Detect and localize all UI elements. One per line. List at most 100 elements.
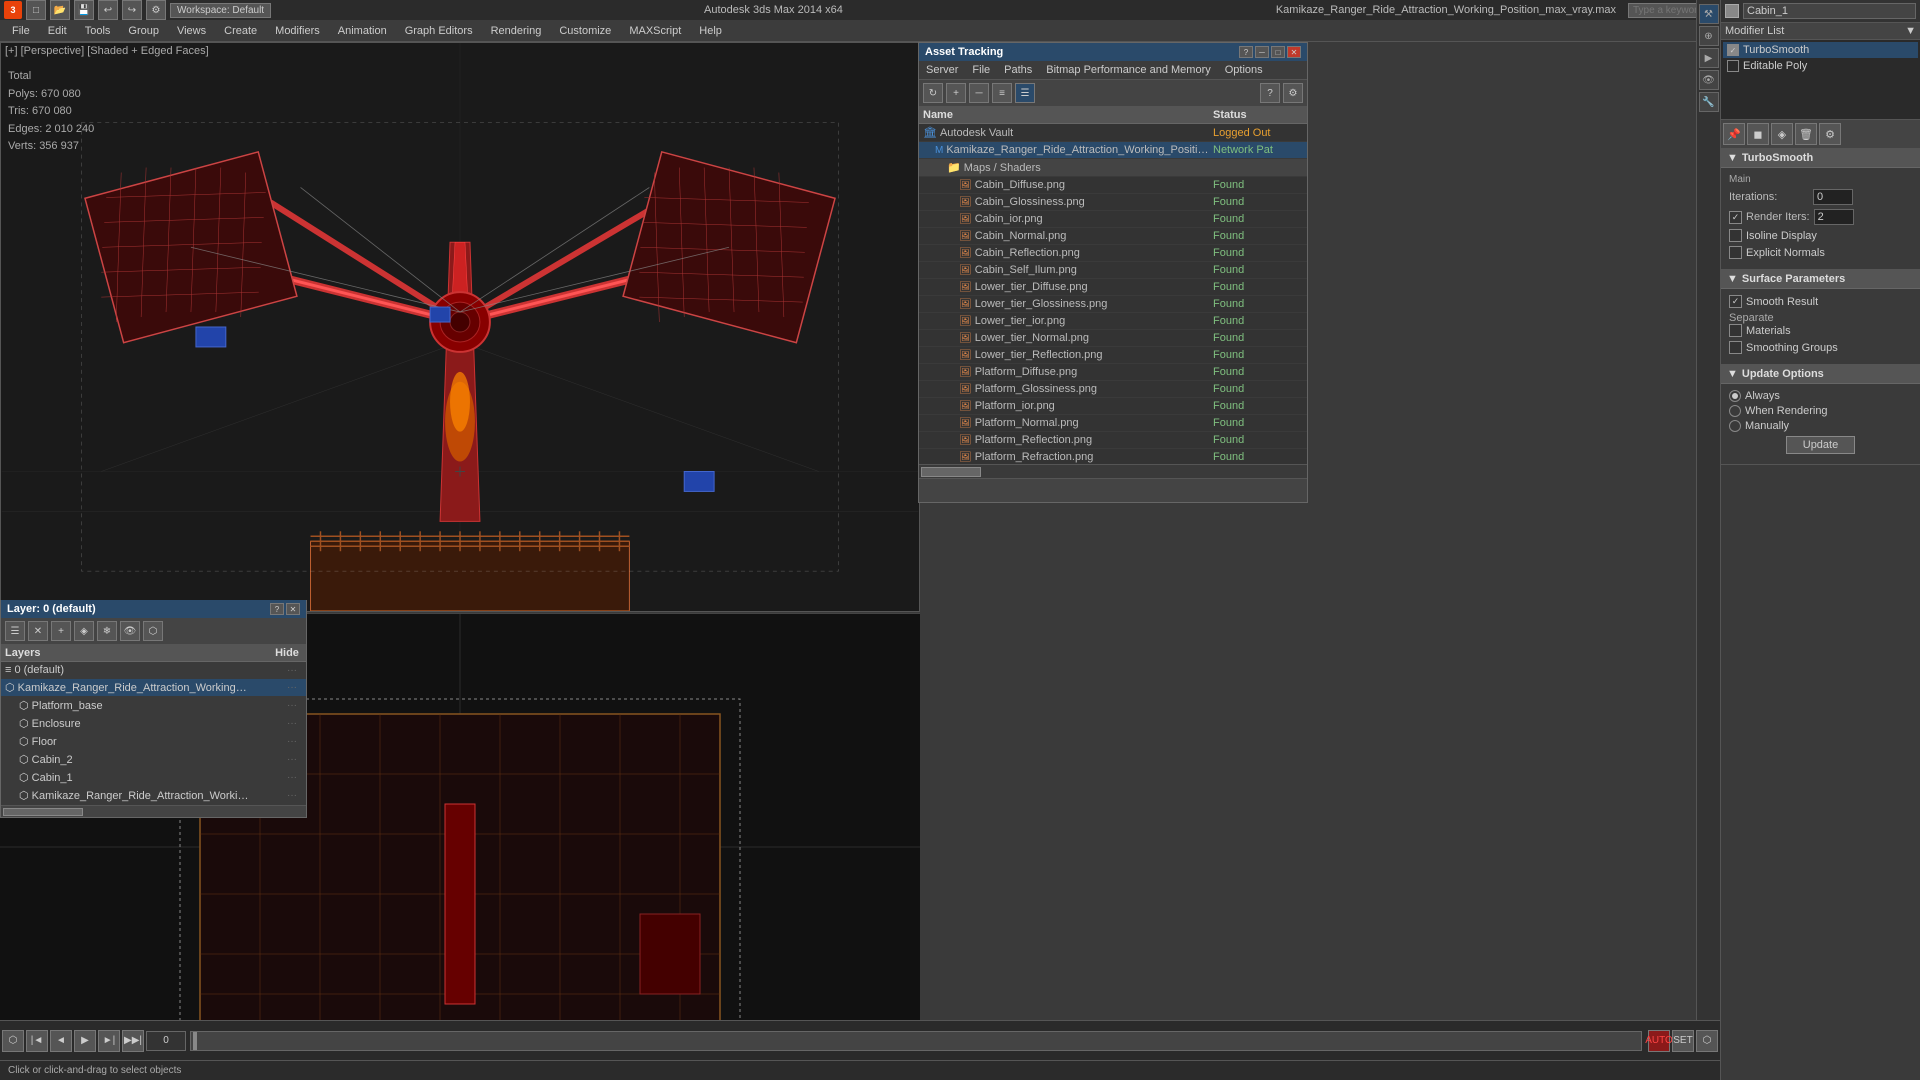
object-color-swatch[interactable] <box>1725 4 1739 18</box>
workspace-dropdown[interactable]: Workspace: Default <box>170 3 271 18</box>
asset-tracking-hscroll[interactable] <box>919 464 1307 478</box>
show-result-btn[interactable]: ◼ <box>1747 123 1769 145</box>
time-slider[interactable] <box>190 1031 1642 1051</box>
at-table-row[interactable]: 📁Maps / Shaders <box>919 159 1307 177</box>
modifier-turbosmooth-checkbox[interactable]: ✓ <box>1727 44 1739 56</box>
at-table-row[interactable]: 🖼Cabin_Reflection.pngFound <box>919 245 1307 262</box>
at-menu-server[interactable]: Server <box>923 63 961 77</box>
anim-key-filters-btn[interactable]: ⬡ <box>1696 1030 1718 1052</box>
at-add-btn[interactable]: + <box>946 83 966 103</box>
object-name-input[interactable] <box>1743 3 1916 19</box>
layer-new-btn[interactable]: + <box>51 621 71 641</box>
menu-create[interactable]: Create <box>216 23 265 39</box>
at-table-row[interactable]: 🏛Autodesk VaultLogged Out <box>919 124 1307 142</box>
utilities-tab-btn[interactable]: 🔧 <box>1699 92 1719 112</box>
modifier-turbosmooth[interactable]: ✓ TurboSmooth <box>1723 42 1918 58</box>
layer-list[interactable]: ≡ 0 (default)··· ⬡ Kamikaze_Ranger_Ride_A… <box>1 662 306 805</box>
layer-delete-btn[interactable]: ✕ <box>28 621 48 641</box>
at-table-row[interactable]: 🖼Lower_tier_Diffuse.pngFound <box>919 279 1307 296</box>
layer-options[interactable]: ··· <box>282 772 302 783</box>
layer-options[interactable]: ··· <box>282 682 302 693</box>
surface-params-section-header[interactable]: ▼ Surface Parameters <box>1721 270 1920 289</box>
config-btn[interactable]: ⚙ <box>1819 123 1841 145</box>
layer-options[interactable]: ··· <box>282 665 302 676</box>
at-table-row[interactable]: 🖼Platform_Normal.pngFound <box>919 415 1307 432</box>
modifier-editable-poly-checkbox[interactable] <box>1727 60 1739 72</box>
render-setup-btn[interactable]: ⚙ <box>146 0 166 20</box>
asset-tracking-close-btn[interactable]: ✕ <box>1287 46 1301 58</box>
asset-tracking-help-btn[interactable]: ? <box>1239 46 1253 58</box>
at-table-row[interactable]: 🖼Platform_Refraction.pngFound <box>919 449 1307 464</box>
menu-file[interactable]: File <box>4 23 38 39</box>
update-button[interactable]: Update <box>1786 436 1855 454</box>
menu-modifiers[interactable]: Modifiers <box>267 23 328 39</box>
always-radio[interactable]: Always <box>1729 390 1912 402</box>
at-help-btn[interactable]: ? <box>1260 83 1280 103</box>
layer-freeze-btn[interactable]: ❄ <box>97 621 117 641</box>
menu-tools[interactable]: Tools <box>77 23 119 39</box>
at-table-row[interactable]: 🖼Cabin_ior.pngFound <box>919 211 1307 228</box>
update-options-header[interactable]: ▼ Update Options <box>1721 365 1920 384</box>
isoline-checkbox[interactable] <box>1729 229 1742 242</box>
layer-options[interactable]: ··· <box>282 754 302 765</box>
remove-modifier-btn[interactable]: 🗑 <box>1795 123 1817 145</box>
layer-row[interactable]: ⬡ Enclosure··· <box>1 715 306 733</box>
layer-render-btn[interactable]: ⬡ <box>143 621 163 641</box>
menu-help[interactable]: Help <box>691 23 730 39</box>
layer-select-btn[interactable]: ◈ <box>74 621 94 641</box>
at-table-row[interactable]: MKamikaze_Ranger_Ride_Attraction_Working… <box>919 142 1307 159</box>
render-iters-checkbox[interactable] <box>1729 211 1742 224</box>
undo-btn[interactable]: ↩ <box>98 0 118 20</box>
at-settings-btn[interactable]: ⚙ <box>1283 83 1303 103</box>
anim-set-key-btn[interactable]: SET <box>1672 1030 1694 1052</box>
at-table-row[interactable]: 🖼Cabin_Diffuse.pngFound <box>919 177 1307 194</box>
layer-row[interactable]: ⬡ Platform_base··· <box>1 697 306 715</box>
at-menu-options[interactable]: Options <box>1222 63 1266 77</box>
layer-panel-help-btn[interactable]: ? <box>270 603 284 615</box>
layer-options[interactable]: ··· <box>282 700 302 711</box>
at-table-row[interactable]: 🖼Lower_tier_ior.pngFound <box>919 313 1307 330</box>
layer-row[interactable]: ≡ 0 (default)··· <box>1 662 306 679</box>
at-menu-file[interactable]: File <box>969 63 993 77</box>
manually-radio[interactable]: Manually <box>1729 420 1912 432</box>
layer-options[interactable]: ··· <box>282 718 302 729</box>
at-menu-bitmap[interactable]: Bitmap Performance and Memory <box>1043 63 1213 77</box>
at-list-view-btn[interactable]: ≡ <box>992 83 1012 103</box>
menu-views[interactable]: Views <box>169 23 214 39</box>
anim-next-key-btn[interactable]: ►| <box>98 1030 120 1052</box>
anim-key-mode-btn[interactable]: ⬡ <box>2 1030 24 1052</box>
render-iters-input[interactable] <box>1814 209 1854 225</box>
menu-edit[interactable]: Edit <box>40 23 75 39</box>
iterations-input[interactable] <box>1813 189 1853 205</box>
smooth-result-checkbox[interactable] <box>1729 295 1742 308</box>
asset-tracking-table-body[interactable]: 🏛Autodesk VaultLogged OutMKamikaze_Range… <box>919 124 1307 464</box>
at-detail-view-btn[interactable]: ☰ <box>1015 83 1035 103</box>
asset-tracking-minimize-btn[interactable]: ─ <box>1255 46 1269 58</box>
at-table-row[interactable]: 🖼Platform_Reflection.pngFound <box>919 432 1307 449</box>
menu-group[interactable]: Group <box>120 23 167 39</box>
new-btn[interactable]: □ <box>26 0 46 20</box>
at-table-row[interactable]: 🖼Platform_Diffuse.pngFound <box>919 364 1307 381</box>
modifier-editable-poly[interactable]: Editable Poly <box>1723 58 1918 74</box>
turbosmooth-section-header[interactable]: ▼ TurboSmooth <box>1721 149 1920 168</box>
anim-auto-key-btn[interactable]: AUTO <box>1648 1030 1670 1052</box>
layer-panel-close-btn[interactable]: ✕ <box>286 603 300 615</box>
at-table-row[interactable]: 🖼Platform_Glossiness.pngFound <box>919 381 1307 398</box>
at-menu-paths[interactable]: Paths <box>1001 63 1035 77</box>
layer-row[interactable]: ⬡ Cabin_1··· <box>1 769 306 787</box>
redo-btn[interactable]: ↪ <box>122 0 142 20</box>
layer-scroll-thumb[interactable] <box>3 808 83 816</box>
motion-tab-btn[interactable]: ▶ <box>1699 48 1719 68</box>
explicit-normals-checkbox[interactable] <box>1729 246 1742 259</box>
at-table-row[interactable]: 🖼Cabin_Glossiness.pngFound <box>919 194 1307 211</box>
layer-row[interactable]: ⬡ Kamikaze_Ranger_Ride_Attraction_Workin… <box>1 787 306 805</box>
at-refresh-btn[interactable]: ↻ <box>923 83 943 103</box>
pin-btn[interactable]: 📌 <box>1723 123 1745 145</box>
anim-play-btn[interactable]: ▶ <box>74 1030 96 1052</box>
make-unique-btn[interactable]: ◈ <box>1771 123 1793 145</box>
open-btn[interactable]: 📂 <box>50 0 70 20</box>
menu-rendering[interactable]: Rendering <box>483 23 550 39</box>
layer-hide-btn[interactable]: 👁 <box>120 621 140 641</box>
at-table-row[interactable]: 🖼Lower_tier_Normal.pngFound <box>919 330 1307 347</box>
layer-scroll-bar[interactable] <box>1 805 306 817</box>
